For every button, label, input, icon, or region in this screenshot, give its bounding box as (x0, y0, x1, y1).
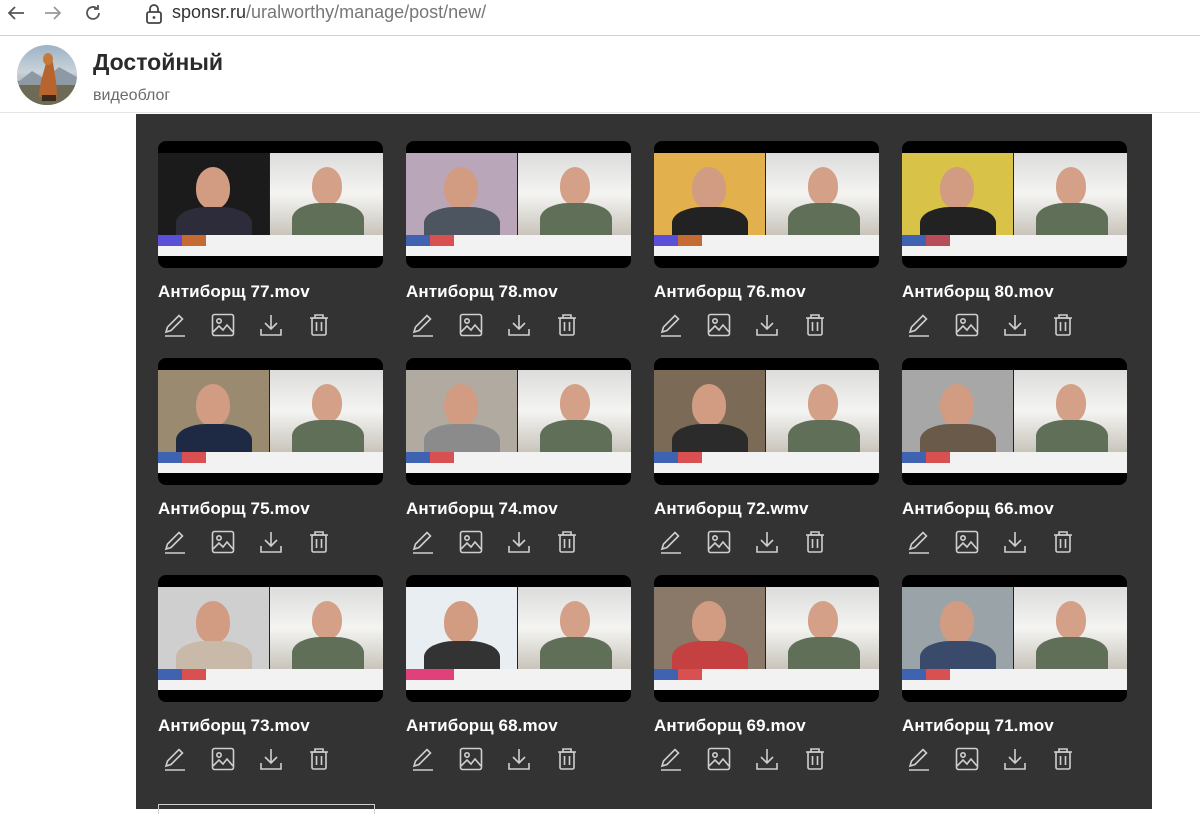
download-icon[interactable] (256, 527, 286, 557)
forward-icon[interactable] (40, 2, 66, 24)
video-thumbnail[interactable] (406, 141, 631, 268)
video-card: Антиборщ 68.mov (406, 575, 632, 774)
reload-icon[interactable] (80, 2, 106, 24)
pencil-icon[interactable] (904, 744, 934, 774)
download-icon[interactable] (504, 527, 534, 557)
back-icon[interactable] (3, 2, 29, 24)
download-icon[interactable] (504, 744, 534, 774)
trash-icon[interactable] (552, 527, 582, 557)
video-title: Антиборщ 75.mov (158, 499, 310, 518)
video-title: Антиборщ 69.mov (654, 716, 806, 735)
video-thumbnail[interactable] (902, 575, 1127, 702)
image-icon[interactable] (704, 310, 734, 340)
pencil-icon[interactable] (408, 310, 438, 340)
download-icon[interactable] (1000, 310, 1030, 340)
lock-icon (145, 3, 163, 30)
trash-icon[interactable] (800, 310, 830, 340)
download-icon[interactable] (504, 310, 534, 340)
video-card: Антиборщ 73.mov (158, 575, 384, 774)
video-title: Антиборщ 80.mov (902, 282, 1054, 301)
video-thumbnail[interactable] (902, 358, 1127, 485)
trash-icon[interactable] (304, 310, 334, 340)
pencil-icon[interactable] (160, 310, 190, 340)
image-icon[interactable] (208, 527, 238, 557)
video-title: Антиборщ 66.mov (902, 499, 1054, 518)
video-card: Антиборщ 72.wmv (654, 358, 880, 557)
trash-icon[interactable] (552, 744, 582, 774)
trash-icon[interactable] (800, 527, 830, 557)
trash-icon[interactable] (1048, 744, 1078, 774)
address-bar[interactable]: sponsr.ru/uralworthy/manage/post/new/ (172, 2, 486, 23)
video-card: Антиборщ 78.mov (406, 141, 632, 340)
video-card: Антиборщ 69.mov (654, 575, 880, 774)
video-title: Антиборщ 72.wmv (654, 499, 809, 518)
pencil-icon[interactable] (160, 527, 190, 557)
pencil-icon[interactable] (656, 310, 686, 340)
pencil-icon[interactable] (408, 527, 438, 557)
image-icon[interactable] (704, 527, 734, 557)
video-card: Антиборщ 75.mov (158, 358, 384, 557)
image-icon[interactable] (952, 527, 982, 557)
url-path: /uralworthy/manage/post/new/ (246, 2, 487, 22)
video-thumbnail[interactable] (654, 358, 879, 485)
avatar[interactable] (17, 45, 77, 105)
video-library-panel: Антиборщ 77.mov Антиборщ 78.mov Антиборщ 7… (136, 114, 1152, 814)
download-icon[interactable] (256, 310, 286, 340)
video-thumbnail[interactable] (158, 358, 383, 485)
trash-icon[interactable] (800, 744, 830, 774)
pencil-icon[interactable] (904, 310, 934, 340)
download-icon[interactable] (752, 744, 782, 774)
video-card: Антиборщ 80.mov (902, 141, 1128, 340)
video-thumbnail[interactable] (406, 575, 631, 702)
pencil-icon[interactable] (408, 744, 438, 774)
url-domain: sponsr.ru (172, 2, 247, 22)
video-title: Антиборщ 78.mov (406, 282, 558, 301)
image-icon[interactable] (952, 310, 982, 340)
trash-icon[interactable] (552, 310, 582, 340)
download-icon[interactable] (256, 744, 286, 774)
video-thumbnail[interactable] (158, 141, 383, 268)
blog-title[interactable]: Достойный (93, 49, 223, 76)
video-thumbnail[interactable] (654, 575, 879, 702)
video-title: Антиборщ 73.mov (158, 716, 310, 735)
video-title: Антиборщ 76.mov (654, 282, 806, 301)
download-icon[interactable] (752, 310, 782, 340)
site-header: Достойный видеоблог (0, 37, 1200, 113)
video-title: Антиборщ 71.mov (902, 716, 1054, 735)
image-icon[interactable] (456, 744, 486, 774)
pencil-icon[interactable] (656, 527, 686, 557)
video-thumbnail[interactable] (158, 575, 383, 702)
video-title: Антиборщ 77.mov (158, 282, 310, 301)
video-card: Антиборщ 66.mov (902, 358, 1128, 557)
trash-icon[interactable] (1048, 310, 1078, 340)
video-thumbnail[interactable] (406, 358, 631, 485)
download-icon[interactable] (752, 527, 782, 557)
video-card: Антиборщ 74.mov (406, 358, 632, 557)
video-title: Антиборщ 74.mov (406, 499, 558, 518)
video-thumbnail[interactable] (654, 141, 879, 268)
image-icon[interactable] (704, 744, 734, 774)
download-icon[interactable] (1000, 744, 1030, 774)
video-card: Антиборщ 76.mov (654, 141, 880, 340)
pencil-icon[interactable] (904, 527, 934, 557)
image-icon[interactable] (952, 744, 982, 774)
pencil-icon[interactable] (656, 744, 686, 774)
add-video-button[interactable] (158, 804, 375, 814)
image-icon[interactable] (208, 744, 238, 774)
trash-icon[interactable] (304, 527, 334, 557)
blog-subtitle: видеоблог (93, 87, 171, 104)
image-icon[interactable] (208, 310, 238, 340)
video-card: Антиборщ 77.mov (158, 141, 384, 340)
image-icon[interactable] (456, 310, 486, 340)
browser-toolbar: sponsr.ru/uralworthy/manage/post/new/ (0, 0, 1200, 36)
trash-icon[interactable] (304, 744, 334, 774)
video-title: Антиборщ 68.mov (406, 716, 558, 735)
image-icon[interactable] (456, 527, 486, 557)
pencil-icon[interactable] (160, 744, 190, 774)
video-thumbnail[interactable] (902, 141, 1127, 268)
trash-icon[interactable] (1048, 527, 1078, 557)
download-icon[interactable] (1000, 527, 1030, 557)
video-card: Антиборщ 71.mov (902, 575, 1128, 774)
